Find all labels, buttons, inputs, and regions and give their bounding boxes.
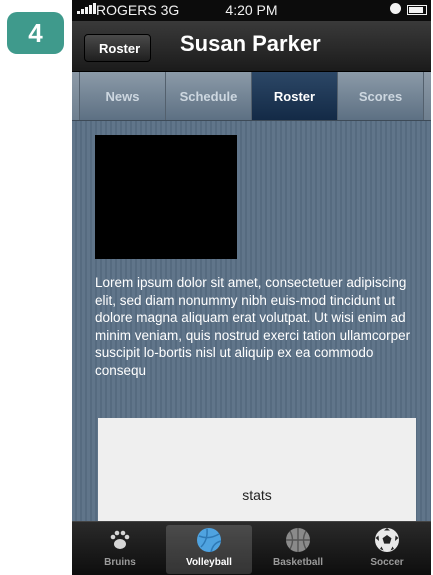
player-detail-content: Lorem ipsum dolor sit amet, consectetuer… [72, 121, 431, 528]
orientation-lock-icon [390, 3, 401, 14]
player-photo [95, 135, 237, 259]
stats-panel: stats [98, 418, 416, 528]
stats-label: stats [242, 487, 272, 503]
tab-schedule[interactable]: Schedule [166, 72, 252, 120]
tabbar-label-soccer: Soccer [370, 557, 404, 568]
volleyball-icon [197, 528, 222, 553]
paw-icon [110, 530, 130, 549]
step-number-badge: 4 [7, 12, 64, 54]
phone-screen: ROGERS 3G 4:20 PM Roster Susan Parker Ne… [72, 0, 431, 575]
status-time: 4:20 PM [225, 2, 278, 18]
battery-icon [407, 5, 427, 15]
tab-scores[interactable]: Scores [338, 72, 424, 120]
back-button[interactable]: Roster [84, 34, 152, 62]
navigation-bar: Roster Susan Parker [72, 21, 431, 72]
tab-news[interactable]: News [79, 72, 166, 120]
tabbar-label-volleyball: Volleyball [186, 557, 232, 568]
status-bar: ROGERS 3G 4:20 PM [72, 0, 431, 21]
tabbar-item-volleyball[interactable]: Volleyball [166, 525, 252, 574]
tabbar-item-bruins[interactable]: Bruins [77, 525, 163, 574]
tabbar-item-soccer[interactable]: Soccer [344, 525, 430, 574]
bottom-tab-bar: Bruins Volleyball Basketball Soccer [72, 521, 431, 575]
tab-roster[interactable]: Roster [252, 72, 338, 120]
tabbar-label-basketball: Basketball [272, 557, 324, 568]
basketball-icon [286, 528, 310, 552]
section-tabs: News Schedule Roster Scores [72, 72, 431, 121]
player-bio: Lorem ipsum dolor sit amet, consectetuer… [95, 275, 411, 378]
soccer-ball-icon [375, 528, 399, 552]
tabbar-item-basketball[interactable]: Basketball [255, 525, 341, 574]
tabbar-label-bruins: Bruins [104, 557, 136, 568]
page-title: Susan Parker [180, 31, 321, 56]
back-button-label: Roster [99, 40, 141, 56]
